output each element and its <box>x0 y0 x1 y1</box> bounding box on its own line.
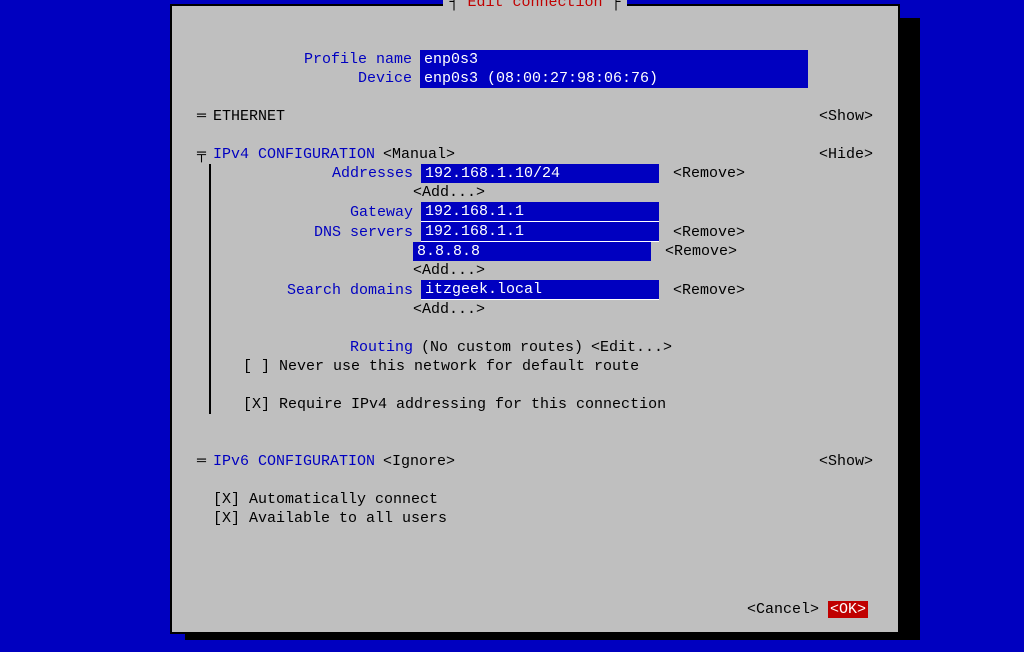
dns-add-button[interactable]: <Add...> <box>413 261 485 280</box>
dns-input-0[interactable]: 192.168.1.1 <box>421 222 659 242</box>
profile-name-input[interactable]: enp0s3 <box>420 50 808 69</box>
ipv6-section-label: IPv6 CONFIGURATION <box>213 452 375 471</box>
never-default-checkbox[interactable]: [ ] Never use this network for default r… <box>213 357 873 376</box>
address-input-0[interactable]: 192.168.1.10/24 <box>421 164 659 183</box>
section-expanded-icon: ╤ <box>197 145 213 164</box>
auto-connect-checkbox[interactable]: [X] Automatically connect <box>197 490 873 509</box>
search-domains-label: Search domains <box>213 281 421 300</box>
ipv6-show-button[interactable]: <Show> <box>819 452 873 471</box>
address-add-button[interactable]: <Add...> <box>413 183 485 202</box>
routing-status: (No custom routes) <box>421 338 583 357</box>
ipv6-mode-select[interactable]: <Ignore> <box>383 452 455 471</box>
address-remove-button-0[interactable]: <Remove> <box>673 164 745 183</box>
search-domain-remove-button-0[interactable]: <Remove> <box>673 281 745 300</box>
ok-button[interactable]: <OK> <box>828 601 868 618</box>
search-domain-add-button[interactable]: <Add...> <box>413 300 485 319</box>
ipv4-mode-select[interactable]: <Manual> <box>383 145 455 164</box>
device-input[interactable]: enp0s3 (08:00:27:98:06:76) <box>420 69 808 88</box>
profile-name-label: Profile name <box>197 50 420 69</box>
device-label: Device <box>197 69 420 88</box>
all-users-checkbox[interactable]: [X] Available to all users <box>197 509 873 528</box>
gateway-input[interactable]: 192.168.1.1 <box>421 202 659 222</box>
section-collapsed-icon: ═ <box>197 452 213 471</box>
cancel-button[interactable]: <Cancel> <box>747 601 819 618</box>
dns-label: DNS servers <box>213 223 421 242</box>
ipv4-hide-button[interactable]: <Hide> <box>819 145 873 164</box>
routing-edit-button[interactable]: <Edit...> <box>591 338 672 357</box>
ethernet-show-button[interactable]: <Show> <box>819 107 873 126</box>
dns-input-1[interactable]: 8.8.8.8 <box>413 242 651 261</box>
dialog-title-bar: ┤ Edit connection ├ <box>172 0 898 11</box>
dns-remove-button-0[interactable]: <Remove> <box>673 223 745 242</box>
routing-label: Routing <box>213 338 421 357</box>
dns-remove-button-1[interactable]: <Remove> <box>665 242 737 261</box>
ipv4-section-label: IPv4 CONFIGURATION <box>213 145 375 164</box>
ethernet-section-label: ETHERNET <box>213 107 285 126</box>
dialog-title: Edit connection <box>467 0 602 11</box>
require-ipv4-checkbox[interactable]: [X] Require IPv4 addressing for this con… <box>213 395 873 414</box>
addresses-label: Addresses <box>213 164 421 183</box>
section-collapsed-icon: ═ <box>197 107 213 126</box>
gateway-label: Gateway <box>213 203 421 222</box>
search-domain-input-0[interactable]: itzgeek.local <box>421 280 659 300</box>
edit-connection-dialog: ┤ Edit connection ├ Profile name enp0s3 … <box>170 4 900 634</box>
